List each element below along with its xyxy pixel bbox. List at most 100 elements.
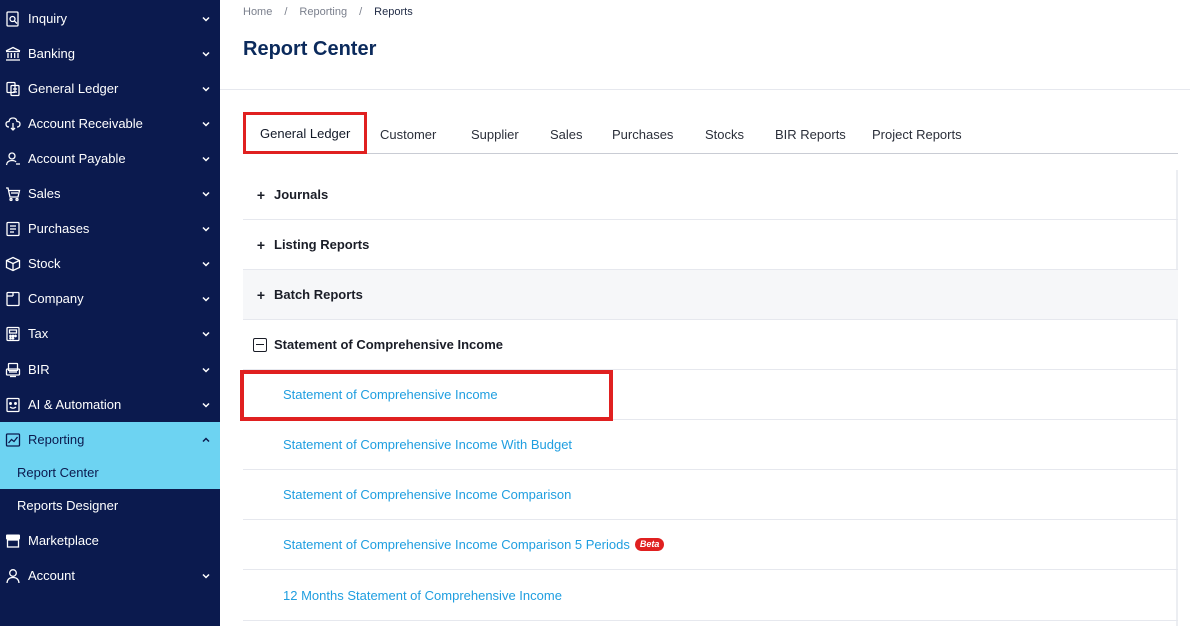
chevron-down-icon (201, 365, 211, 375)
ledger-icon (5, 81, 21, 97)
user-icon (5, 568, 21, 584)
tab-customer[interactable]: Customer (380, 114, 436, 154)
store-icon (5, 533, 21, 549)
divider (220, 89, 1190, 90)
sidebar-item-tax[interactable]: Tax (0, 316, 220, 351)
sidebar-item-inquiry[interactable]: Inquiry (0, 1, 220, 36)
sidebar-item-account-receivable[interactable]: Account Receivable (0, 106, 220, 141)
main-content: Home / Reporting / Reports Report Center… (220, 0, 1190, 626)
report-link-label: Statement of Comprehensive Income Compar… (283, 487, 572, 502)
sidebar-item-account[interactable]: Account (0, 558, 220, 593)
sidebar-item-company[interactable]: Company (0, 281, 220, 316)
chevron-down-icon (201, 571, 211, 581)
breadcrumb-reports: Reports (374, 6, 413, 18)
box-icon (5, 256, 21, 272)
breadcrumb: Home / Reporting / Reports (243, 6, 413, 18)
group-label: Journals (274, 187, 329, 202)
report-link[interactable]: Statement of Comprehensive Income With B… (243, 420, 1178, 470)
chevron-down-icon (201, 189, 211, 199)
company-icon (5, 291, 21, 307)
chevron-down-icon (201, 119, 211, 129)
chevron-down-icon (201, 14, 211, 24)
report-list: + Journals + Listing Reports + Batch Rep… (243, 170, 1178, 626)
sidebar-item-banking[interactable]: Banking (0, 36, 220, 71)
breadcrumb-reporting[interactable]: Reporting (299, 6, 347, 18)
report-link-label: Statement of Comprehensive Income With B… (283, 437, 573, 452)
sidebar-subitem-label: Reports Designer (17, 498, 119, 513)
robot-icon (5, 397, 21, 413)
chevron-down-icon (201, 400, 211, 410)
sidebar-item-label: Account Receivable (28, 116, 143, 131)
inquiry-icon (5, 10, 21, 27)
sidebar-item-label: General Ledger (28, 81, 119, 96)
sidebar-item-label: BIR (28, 362, 50, 377)
sidebar-item-stock[interactable]: Stock (0, 246, 220, 281)
report-link[interactable]: Statement of Comprehensive Income Compar… (243, 520, 1178, 570)
expand-icon: + (256, 286, 266, 303)
sidebar-item-label: Sales (28, 186, 61, 201)
chart-icon (5, 432, 21, 448)
tax-icon (5, 326, 21, 342)
chevron-up-icon (201, 435, 211, 445)
sidebar-item-general-ledger[interactable]: General Ledger (0, 71, 220, 106)
sidebar-item-marketplace[interactable]: Marketplace (0, 523, 220, 558)
sidebar-item-reporting[interactable]: Reporting (0, 422, 220, 457)
report-link[interactable]: 12 Months Statement of Comprehensive Inc… (243, 571, 1178, 621)
group-journals[interactable]: + Journals (243, 170, 1178, 220)
tab-project-reports[interactable]: Project Reports (872, 114, 962, 154)
chevron-down-icon (201, 84, 211, 94)
chevron-down-icon (201, 154, 211, 164)
report-link-label: 12 Months Statement of Comprehensive Inc… (283, 588, 562, 603)
chevron-down-icon (201, 259, 211, 269)
sidebar-item-ai-automation[interactable]: AI & Automation (0, 387, 220, 422)
sidebar-item-label: Tax (28, 326, 49, 341)
tab-supplier[interactable]: Supplier (471, 114, 519, 154)
tab-purchases[interactable]: Purchases (612, 114, 673, 154)
group-listing-reports[interactable]: + Listing Reports (243, 220, 1178, 270)
receivable-icon (5, 116, 21, 132)
bir-icon (5, 362, 21, 378)
sidebar-item-label: Banking (28, 46, 75, 61)
report-link-label: Statement of Comprehensive Income (283, 387, 498, 402)
cart-icon (5, 186, 21, 202)
tab-bir-reports[interactable]: BIR Reports (775, 114, 846, 154)
sidebar-item-label: Company (28, 291, 84, 306)
tab-stocks[interactable]: Stocks (705, 114, 744, 154)
sidebar-item-purchases[interactable]: Purchases (0, 211, 220, 246)
report-link[interactable]: Statement of Comprehensive Income (243, 370, 1178, 420)
tab-general-ledger[interactable]: General Ledger (243, 112, 368, 154)
group-batch-reports[interactable]: + Batch Reports (243, 270, 1178, 320)
group-statement-of-comprehensive-income[interactable]: Statement of Comprehensive Income (243, 320, 1178, 370)
page-title: Report Center (243, 38, 377, 60)
payable-icon (5, 151, 21, 167)
sidebar-item-label: Marketplace (28, 533, 99, 548)
group-label: Listing Reports (274, 237, 370, 252)
chevron-down-icon (201, 49, 211, 59)
report-link[interactable]: Statement of Comprehensive Income Compar… (243, 470, 1178, 520)
breadcrumb-separator: / (359, 6, 363, 18)
sidebar-subitem-label: Report Center (17, 465, 99, 480)
expand-icon: + (256, 186, 266, 203)
bank-icon (5, 46, 21, 62)
group-label: Statement of Comprehensive Income (274, 337, 503, 352)
sidebar-item-sales[interactable]: Sales (0, 176, 220, 211)
sidebar-item-account-payable[interactable]: Account Payable (0, 141, 220, 176)
breadcrumb-separator: / (284, 6, 288, 18)
breadcrumb-home[interactable]: Home (243, 6, 272, 18)
tab-sales[interactable]: Sales (550, 114, 583, 154)
sidebar-subitem-report-center[interactable]: Report Center (0, 456, 220, 489)
report-link-label: Statement of Comprehensive Income Compar… (283, 537, 630, 552)
chevron-down-icon (201, 224, 211, 234)
sidebar-subitem-reports-designer[interactable]: Reports Designer (0, 489, 220, 522)
purchases-icon (5, 221, 21, 237)
sidebar-item-label: Reporting (28, 432, 85, 447)
sidebar-item-label: Stock (28, 256, 61, 271)
sidebar-item-label: Account (28, 568, 75, 583)
sidebar-item-label: AI & Automation (28, 397, 122, 412)
sidebar: Inquiry Banking General Ledger Account R… (0, 0, 220, 626)
expand-icon: + (256, 236, 266, 253)
sidebar-item-label: Account Payable (28, 151, 126, 166)
sidebar-item-label: Purchases (28, 221, 90, 236)
sidebar-item-bir[interactable]: BIR (0, 352, 220, 387)
report-tabs: General Ledger Customer Supplier Sales P… (243, 112, 1178, 154)
